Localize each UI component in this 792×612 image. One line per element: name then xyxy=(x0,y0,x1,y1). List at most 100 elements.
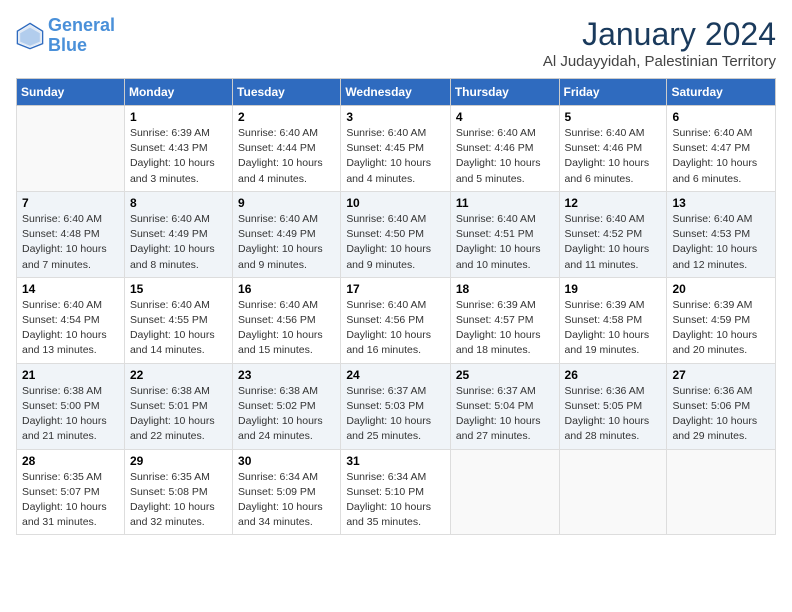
calendar-cell xyxy=(450,449,559,535)
day-info: Sunrise: 6:40 AMSunset: 4:52 PMDaylight:… xyxy=(565,212,662,273)
page-header: General Blue January 2024 Al Judayyidah,… xyxy=(16,16,776,70)
header-wednesday: Wednesday xyxy=(341,79,451,106)
calendar-cell: 27 Sunrise: 6:36 AMSunset: 5:06 PMDaylig… xyxy=(667,363,776,449)
calendar-cell: 17 Sunrise: 6:40 AMSunset: 4:56 PMDaylig… xyxy=(341,277,451,363)
day-number: 2 xyxy=(238,110,335,124)
calendar-cell: 8 Sunrise: 6:40 AMSunset: 4:49 PMDayligh… xyxy=(124,191,232,277)
calendar-cell xyxy=(17,106,125,192)
day-number: 28 xyxy=(22,454,119,468)
day-number: 27 xyxy=(672,368,770,382)
day-number: 19 xyxy=(565,282,662,296)
day-info: Sunrise: 6:34 AMSunset: 5:10 PMDaylight:… xyxy=(346,470,445,531)
day-number: 17 xyxy=(346,282,445,296)
day-number: 31 xyxy=(346,454,445,468)
calendar-cell: 22 Sunrise: 6:38 AMSunset: 5:01 PMDaylig… xyxy=(124,363,232,449)
day-info: Sunrise: 6:34 AMSunset: 5:09 PMDaylight:… xyxy=(238,470,335,531)
day-number: 16 xyxy=(238,282,335,296)
calendar-cell: 25 Sunrise: 6:37 AMSunset: 5:04 PMDaylig… xyxy=(450,363,559,449)
day-number: 24 xyxy=(346,368,445,382)
calendar-cell: 20 Sunrise: 6:39 AMSunset: 4:59 PMDaylig… xyxy=(667,277,776,363)
day-info: Sunrise: 6:40 AMSunset: 4:46 PMDaylight:… xyxy=(565,126,662,187)
day-info: Sunrise: 6:40 AMSunset: 4:49 PMDaylight:… xyxy=(130,212,227,273)
day-info: Sunrise: 6:40 AMSunset: 4:56 PMDaylight:… xyxy=(238,298,335,359)
month-title: January 2024 xyxy=(543,16,776,53)
location: Al Judayyidah, Palestinian Territory xyxy=(543,53,776,70)
header-tuesday: Tuesday xyxy=(233,79,341,106)
day-info: Sunrise: 6:40 AMSunset: 4:44 PMDaylight:… xyxy=(238,126,335,187)
week-row-4: 21 Sunrise: 6:38 AMSunset: 5:00 PMDaylig… xyxy=(17,363,776,449)
calendar-cell: 9 Sunrise: 6:40 AMSunset: 4:49 PMDayligh… xyxy=(233,191,341,277)
header-row: SundayMondayTuesdayWednesdayThursdayFrid… xyxy=(17,79,776,106)
day-number: 10 xyxy=(346,196,445,210)
day-number: 12 xyxy=(565,196,662,210)
day-info: Sunrise: 6:40 AMSunset: 4:46 PMDaylight:… xyxy=(456,126,554,187)
calendar-cell: 30 Sunrise: 6:34 AMSunset: 5:09 PMDaylig… xyxy=(233,449,341,535)
calendar-cell: 19 Sunrise: 6:39 AMSunset: 4:58 PMDaylig… xyxy=(559,277,667,363)
calendar-cell: 2 Sunrise: 6:40 AMSunset: 4:44 PMDayligh… xyxy=(233,106,341,192)
day-info: Sunrise: 6:40 AMSunset: 4:45 PMDaylight:… xyxy=(346,126,445,187)
calendar-cell: 24 Sunrise: 6:37 AMSunset: 5:03 PMDaylig… xyxy=(341,363,451,449)
calendar-cell: 13 Sunrise: 6:40 AMSunset: 4:53 PMDaylig… xyxy=(667,191,776,277)
day-info: Sunrise: 6:36 AMSunset: 5:06 PMDaylight:… xyxy=(672,384,770,445)
day-info: Sunrise: 6:40 AMSunset: 4:50 PMDaylight:… xyxy=(346,212,445,273)
day-number: 6 xyxy=(672,110,770,124)
calendar-cell: 7 Sunrise: 6:40 AMSunset: 4:48 PMDayligh… xyxy=(17,191,125,277)
calendar-cell: 31 Sunrise: 6:34 AMSunset: 5:10 PMDaylig… xyxy=(341,449,451,535)
day-number: 22 xyxy=(130,368,227,382)
calendar-cell: 16 Sunrise: 6:40 AMSunset: 4:56 PMDaylig… xyxy=(233,277,341,363)
day-number: 8 xyxy=(130,196,227,210)
day-number: 3 xyxy=(346,110,445,124)
logo-icon xyxy=(16,22,44,50)
day-info: Sunrise: 6:35 AMSunset: 5:08 PMDaylight:… xyxy=(130,470,227,531)
calendar-cell: 29 Sunrise: 6:35 AMSunset: 5:08 PMDaylig… xyxy=(124,449,232,535)
calendar-cell: 26 Sunrise: 6:36 AMSunset: 5:05 PMDaylig… xyxy=(559,363,667,449)
day-info: Sunrise: 6:40 AMSunset: 4:55 PMDaylight:… xyxy=(130,298,227,359)
day-info: Sunrise: 6:40 AMSunset: 4:49 PMDaylight:… xyxy=(238,212,335,273)
day-info: Sunrise: 6:40 AMSunset: 4:56 PMDaylight:… xyxy=(346,298,445,359)
day-number: 13 xyxy=(672,196,770,210)
week-row-5: 28 Sunrise: 6:35 AMSunset: 5:07 PMDaylig… xyxy=(17,449,776,535)
day-number: 29 xyxy=(130,454,227,468)
day-info: Sunrise: 6:39 AMSunset: 4:58 PMDaylight:… xyxy=(565,298,662,359)
calendar-cell: 1 Sunrise: 6:39 AMSunset: 4:43 PMDayligh… xyxy=(124,106,232,192)
day-number: 23 xyxy=(238,368,335,382)
day-number: 21 xyxy=(22,368,119,382)
day-info: Sunrise: 6:39 AMSunset: 4:59 PMDaylight:… xyxy=(672,298,770,359)
day-info: Sunrise: 6:38 AMSunset: 5:01 PMDaylight:… xyxy=(130,384,227,445)
header-friday: Friday xyxy=(559,79,667,106)
calendar-cell: 11 Sunrise: 6:40 AMSunset: 4:51 PMDaylig… xyxy=(450,191,559,277)
calendar-table: SundayMondayTuesdayWednesdayThursdayFrid… xyxy=(16,78,776,535)
header-saturday: Saturday xyxy=(667,79,776,106)
day-info: Sunrise: 6:38 AMSunset: 5:02 PMDaylight:… xyxy=(238,384,335,445)
day-info: Sunrise: 6:40 AMSunset: 4:48 PMDaylight:… xyxy=(22,212,119,273)
calendar-cell: 18 Sunrise: 6:39 AMSunset: 4:57 PMDaylig… xyxy=(450,277,559,363)
day-info: Sunrise: 6:39 AMSunset: 4:43 PMDaylight:… xyxy=(130,126,227,187)
logo-text: General Blue xyxy=(48,16,115,56)
day-number: 20 xyxy=(672,282,770,296)
title-block: January 2024 Al Judayyidah, Palestinian … xyxy=(543,16,776,70)
logo-general: General xyxy=(48,15,115,35)
calendar-cell: 12 Sunrise: 6:40 AMSunset: 4:52 PMDaylig… xyxy=(559,191,667,277)
week-row-1: 1 Sunrise: 6:39 AMSunset: 4:43 PMDayligh… xyxy=(17,106,776,192)
week-row-3: 14 Sunrise: 6:40 AMSunset: 4:54 PMDaylig… xyxy=(17,277,776,363)
day-info: Sunrise: 6:36 AMSunset: 5:05 PMDaylight:… xyxy=(565,384,662,445)
day-number: 18 xyxy=(456,282,554,296)
day-number: 26 xyxy=(565,368,662,382)
calendar-cell: 14 Sunrise: 6:40 AMSunset: 4:54 PMDaylig… xyxy=(17,277,125,363)
day-info: Sunrise: 6:40 AMSunset: 4:53 PMDaylight:… xyxy=(672,212,770,273)
calendar-cell: 6 Sunrise: 6:40 AMSunset: 4:47 PMDayligh… xyxy=(667,106,776,192)
calendar-cell: 28 Sunrise: 6:35 AMSunset: 5:07 PMDaylig… xyxy=(17,449,125,535)
calendar-cell: 23 Sunrise: 6:38 AMSunset: 5:02 PMDaylig… xyxy=(233,363,341,449)
day-number: 4 xyxy=(456,110,554,124)
header-monday: Monday xyxy=(124,79,232,106)
day-number: 14 xyxy=(22,282,119,296)
day-number: 9 xyxy=(238,196,335,210)
day-number: 5 xyxy=(565,110,662,124)
day-info: Sunrise: 6:39 AMSunset: 4:57 PMDaylight:… xyxy=(456,298,554,359)
day-number: 30 xyxy=(238,454,335,468)
day-number: 7 xyxy=(22,196,119,210)
header-thursday: Thursday xyxy=(450,79,559,106)
week-row-2: 7 Sunrise: 6:40 AMSunset: 4:48 PMDayligh… xyxy=(17,191,776,277)
calendar-cell: 15 Sunrise: 6:40 AMSunset: 4:55 PMDaylig… xyxy=(124,277,232,363)
day-info: Sunrise: 6:37 AMSunset: 5:03 PMDaylight:… xyxy=(346,384,445,445)
